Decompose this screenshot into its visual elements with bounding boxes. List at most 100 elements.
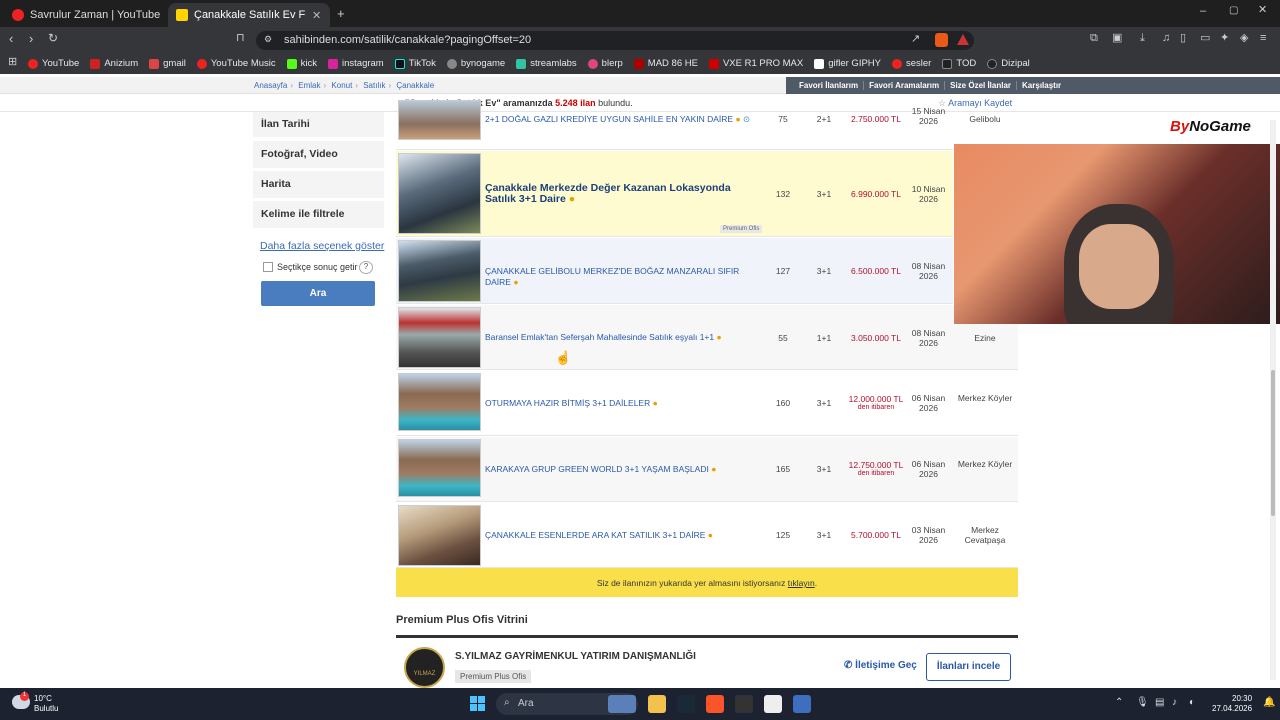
- url-input[interactable]: sahibinden.com/satilik/canakkale?pagingO…: [256, 31, 974, 50]
- bookmark-gmail[interactable]: gmail: [149, 58, 186, 69]
- listing-thumbnail[interactable]: [398, 307, 481, 368]
- bookmark-page-icon[interactable]: ⊓: [236, 33, 245, 44]
- download-icon[interactable]: ⤓: [1140, 33, 1145, 44]
- tab-sahibinden[interactable]: Çanakkale Satılık Ev Fiyatları sahi ✕: [168, 3, 330, 27]
- bookmark-blerp[interactable]: blerp: [587, 58, 623, 69]
- table-row[interactable]: ÇANAKKALE ESENLERDE ARA KAT SATILIK 3+1 …: [396, 503, 1018, 568]
- table-row[interactable]: ÇANAKKALE GELİBOLU MERKEZ'DE BOĞAZ MANZA…: [396, 238, 953, 304]
- listing-title[interactable]: ÇANAKKALE GELİBOLU MERKEZ'DE BOĞAZ MANZA…: [485, 266, 760, 288]
- share-icon[interactable]: ↗: [911, 34, 920, 45]
- microphone-icon[interactable]: 🎙: [1136, 697, 1149, 708]
- minimize-icon[interactable]: –: [1200, 6, 1206, 17]
- bookmark-tiktok[interactable]: TikTok: [394, 58, 436, 69]
- table-row-highlighted[interactable]: Çanakkale Merkezde Değer Kazanan Lokasyo…: [396, 151, 953, 237]
- wallet-icon[interactable]: ▣: [1112, 33, 1122, 44]
- breadcrumb-anasayfa[interactable]: Anasayfa: [254, 81, 287, 90]
- more-options-link[interactable]: Daha fazla seçenek göster: [260, 240, 384, 252]
- leo-ai-icon[interactable]: ✦: [1220, 33, 1229, 44]
- tab-youtube-music[interactable]: Savrulur Zaman | YouTube Music: [4, 3, 164, 27]
- office-name[interactable]: S.YILMAZ GAYRİMENKUL YATIRIM DANIŞMANLIĞ…: [455, 651, 696, 662]
- store-icon[interactable]: [764, 695, 782, 713]
- listing-title[interactable]: KARAKAYA GRUP GREEN WORLD 3+1 YAŞAM BAŞL…: [485, 464, 760, 475]
- listing-thumbnail[interactable]: [398, 153, 481, 234]
- bookmark-sesler[interactable]: sesler: [892, 58, 931, 69]
- back-icon[interactable]: ‹: [9, 32, 13, 45]
- filter-foto-video[interactable]: Fotoğraf, Video: [253, 141, 384, 168]
- breadcrumb-satilik[interactable]: Satılık: [363, 81, 385, 90]
- listing-thumbnail[interactable]: [398, 505, 481, 566]
- listing-thumbnail[interactable]: [398, 373, 481, 431]
- settings-gear-icon[interactable]: [793, 695, 811, 713]
- bookmark-kick[interactable]: kick: [286, 58, 317, 69]
- maximize-icon[interactable]: ▢: [1229, 6, 1238, 16]
- taskbar-clock[interactable]: 20:30 27.04.2026: [1212, 694, 1252, 714]
- windows-start-icon[interactable]: [470, 696, 485, 711]
- brave-shields-icon[interactable]: [935, 33, 948, 47]
- tray-app-icon[interactable]: ◐: [1189, 697, 1195, 708]
- extensions-icon[interactable]: ⧉: [1090, 33, 1098, 44]
- breadcrumb-canakkale[interactable]: Çanakkale: [396, 81, 434, 90]
- epic-games-icon[interactable]: [735, 695, 753, 713]
- table-row[interactable]: 2+1 DOĞAL GAZLI KREDİYE UYGUN SAHİLE EN …: [396, 100, 953, 150]
- bookmark-youtube[interactable]: YouTube: [28, 58, 79, 69]
- listing-title[interactable]: 2+1 DOĞAL GAZLI KREDİYE UYGUN SAHİLE EN …: [485, 114, 755, 125]
- listing-title[interactable]: ÇANAKKALE ESENLERDE ARA KAT SATILIK 3+1 …: [485, 530, 760, 541]
- listing-title[interactable]: OTURMAYA HAZIR BİTMİŞ 3+1 DAİLELER ●: [485, 398, 760, 409]
- new-tab-icon[interactable]: +: [337, 7, 345, 20]
- promo-link[interactable]: tıklayın: [788, 578, 815, 588]
- listing-thumbnail[interactable]: [398, 100, 481, 140]
- reload-icon[interactable]: ↻: [48, 32, 58, 44]
- table-row[interactable]: Baransel Emlak'tan Seferşah Mahallesinde…: [396, 305, 1018, 370]
- brave-icon[interactable]: [706, 695, 724, 713]
- filter-ilan-tarihi[interactable]: İlan Tarihi: [253, 112, 384, 137]
- bookmark-instagram[interactable]: instagram: [328, 58, 384, 69]
- notification-bell-icon[interactable]: 🔔: [1263, 697, 1275, 708]
- forward-icon[interactable]: ›: [29, 32, 33, 45]
- favorite-listings-link[interactable]: Favori İlanlarım: [794, 81, 865, 90]
- help-icon[interactable]: ?: [359, 261, 373, 274]
- listing-thumbnail[interactable]: [398, 439, 481, 497]
- brave-rewards-icon[interactable]: [957, 34, 969, 45]
- favorite-searches-link[interactable]: Favori Aramalarım: [864, 81, 946, 90]
- vpn-icon[interactable]: ▭: [1200, 33, 1210, 44]
- search-highlight-icon[interactable]: [608, 695, 636, 713]
- bookmark-mad86[interactable]: MAD 86 HE: [633, 58, 698, 69]
- close-window-icon[interactable]: ✕: [1258, 5, 1267, 16]
- auto-results-checkbox[interactable]: [263, 262, 273, 272]
- search-button[interactable]: Ara: [261, 281, 375, 306]
- breadcrumb-emlak[interactable]: Emlak: [298, 81, 320, 90]
- listing-title[interactable]: Çanakkale Merkezde Değer Kazanan Lokasyo…: [485, 183, 760, 205]
- bookmark-dizipal[interactable]: Dizipal: [987, 58, 1030, 69]
- breadcrumb-konut[interactable]: Konut: [331, 81, 352, 90]
- apps-icon[interactable]: ⊞: [8, 57, 17, 68]
- listing-thumbnail[interactable]: [398, 240, 481, 302]
- listing-title[interactable]: Baransel Emlak'tan Seferşah Mahallesinde…: [485, 332, 760, 343]
- filter-harita[interactable]: Harita: [253, 171, 384, 198]
- filter-kelime[interactable]: Kelime ile filtrele: [253, 201, 384, 228]
- bookmark-vxe[interactable]: VXE R1 PRO MAX: [708, 58, 803, 69]
- view-listings-button[interactable]: İlanları incele: [926, 653, 1011, 681]
- contact-button[interactable]: ✆ İletişime Geç: [844, 660, 917, 671]
- bookmark-tod[interactable]: TOD: [942, 58, 976, 69]
- steam-icon[interactable]: [677, 695, 695, 713]
- shield-icon[interactable]: ◈: [1240, 33, 1248, 44]
- chevron-up-icon[interactable]: ⌃: [1115, 697, 1123, 708]
- close-tab-icon[interactable]: ✕: [312, 9, 321, 22]
- network-icon[interactable]: ▤: [1155, 697, 1164, 708]
- table-row[interactable]: KARAKAYA GRUP GREEN WORLD 3+1 YAŞAM BAŞL…: [396, 437, 1018, 502]
- compare-link[interactable]: Karşılaştır: [1017, 81, 1066, 90]
- office-logo[interactable]: YILMAZ: [404, 647, 445, 688]
- volume-icon[interactable]: ♪: [1172, 697, 1177, 708]
- bookmark-giphy[interactable]: gifler GIPHY: [814, 58, 881, 69]
- menu-icon[interactable]: ≡: [1260, 33, 1266, 44]
- bookmark-bynogame[interactable]: bynogame: [446, 58, 505, 69]
- media-icon[interactable]: ♫: [1162, 33, 1170, 44]
- scrollbar-thumb[interactable]: [1271, 370, 1275, 516]
- bookmark-streamlabs[interactable]: streamlabs: [516, 58, 577, 69]
- table-row[interactable]: OTURMAYA HAZIR BİTMİŞ 3+1 DAİLELER ● 160…: [396, 371, 1018, 436]
- personalized-listings-link[interactable]: Size Özel İlanlar: [945, 81, 1018, 90]
- file-explorer-icon[interactable]: [648, 695, 666, 713]
- weather-widget[interactable]: 10°C Bulutlu: [34, 694, 58, 714]
- bookmark-anizium[interactable]: Anizium: [90, 58, 138, 69]
- site-info-icon[interactable]: ⚙: [264, 35, 272, 44]
